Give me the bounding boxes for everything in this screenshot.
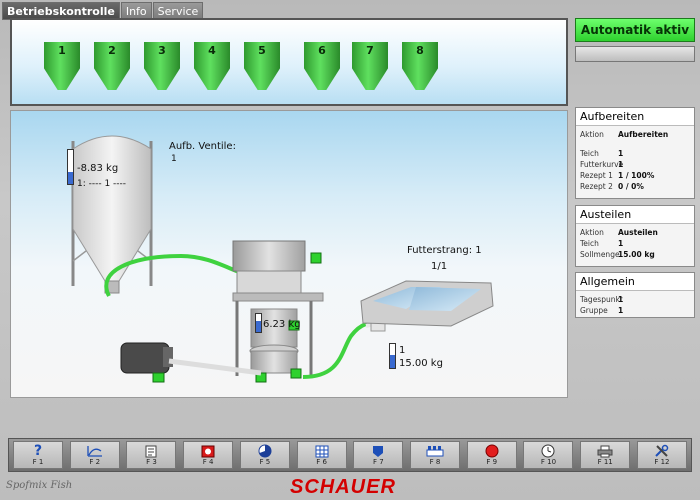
label-gruppe: Gruppe <box>580 306 608 315</box>
label-rezept1: Rezept 1 <box>580 171 613 180</box>
label-teich: Teich <box>580 239 599 248</box>
label-aktion: Aktion <box>580 228 604 237</box>
label-futterkurve: Futterkurve <box>580 160 624 169</box>
printer-icon <box>597 444 613 458</box>
silo-8[interactable]: 8 <box>402 42 438 90</box>
value-teich: 1 <box>618 239 624 248</box>
value-rezept2: 0 / 0% <box>618 182 644 191</box>
curve-icon <box>87 444 103 458</box>
process-view: -8.83 kg 1: ---- 1 ---- Aufb. Ventile: 1… <box>10 110 568 398</box>
tank-weight: 15.00 kg <box>399 358 443 369</box>
strang-ratio: 1/1 <box>431 261 448 272</box>
silo-5[interactable]: 5 <box>244 42 280 90</box>
panel-title-austeilen: Austeilen <box>576 206 694 224</box>
silo-line: 1: ---- 1 ---- <box>77 179 127 189</box>
tools-icon <box>654 444 670 458</box>
value-futterkurve: 1 <box>618 160 624 169</box>
valve-icon <box>201 444 215 458</box>
silo-6[interactable]: 6 <box>304 42 340 90</box>
f11-button[interactable]: F 11 <box>580 441 631 469</box>
ventile-label: Aufb. Ventile: <box>169 141 236 152</box>
strang-label: Futterstrang: 1 <box>407 245 482 256</box>
f1-button[interactable]: ? F 1 <box>13 441 63 469</box>
f8-button[interactable]: F 8 <box>410 441 461 469</box>
tanks-icon <box>426 444 444 458</box>
tank-weight-bar <box>389 343 396 369</box>
f10-button[interactable]: F 10 <box>523 441 574 469</box>
document-icon <box>145 444 157 458</box>
f6-button[interactable]: F 6 <box>296 441 347 469</box>
silo-strip: 1 2 3 4 5 6 7 8 <box>10 18 568 106</box>
product-name: Spofmix Fish <box>6 480 73 491</box>
schauer-logo: SCHAUER <box>290 476 396 498</box>
f7-button[interactable]: F 7 <box>353 441 404 469</box>
panel-aufbereiten: Aufbereiten Aktion Aufbereiten Teich 1 Fut… <box>575 107 695 199</box>
mixer-weight-bar <box>255 313 262 333</box>
feed-silo <box>71 135 153 294</box>
value-aktion: Austeilen <box>618 228 658 237</box>
pie-chart-icon <box>258 444 272 458</box>
silo-weight: -8.83 kg <box>77 163 119 174</box>
label-rezept2: Rezept 2 <box>580 182 613 191</box>
silo-4[interactable]: 4 <box>194 42 230 90</box>
fish-tank <box>360 280 494 327</box>
blower-motor <box>120 342 262 383</box>
f4-button[interactable]: F 4 <box>183 441 234 469</box>
silo-1[interactable]: 1 <box>44 42 80 90</box>
f12-button[interactable]: F 12 <box>636 441 687 469</box>
help-icon: ? <box>33 443 43 459</box>
value-gruppe: 1 <box>618 306 624 315</box>
label-sollmenge: Sollmenge <box>580 250 620 259</box>
value-aktion: Aufbereiten <box>618 130 669 139</box>
label-aktion: Aktion <box>580 130 604 139</box>
clock-icon <box>541 444 555 458</box>
value-teich: 1 <box>618 149 624 158</box>
blank-button[interactable] <box>575 46 695 62</box>
automatik-button[interactable]: Automatik aktiv <box>575 18 695 42</box>
f3-button[interactable]: F 3 <box>126 441 177 469</box>
silo-3[interactable]: 3 <box>144 42 180 90</box>
process-diagram <box>71 135 494 383</box>
label-tagespunkt: Tagespunkt <box>580 295 623 304</box>
panel-title-aufbereiten: Aufbereiten <box>576 108 694 126</box>
f5-button[interactable]: F 5 <box>239 441 290 469</box>
mixer-unit <box>232 240 324 383</box>
silo-7[interactable]: 7 <box>352 42 388 90</box>
stop-icon <box>485 444 499 458</box>
panel-title-allgemein: Allgemein <box>576 273 694 291</box>
value-rezept1: 1 / 100% <box>618 171 655 180</box>
label-teich: Teich <box>580 149 599 158</box>
f2-button[interactable]: F 2 <box>69 441 120 469</box>
grid-icon <box>315 444 329 458</box>
ventile-value: 1 <box>171 154 177 164</box>
value-sollmenge: 15.00 kg <box>618 250 655 259</box>
value-tagespunkt: 1 <box>618 295 624 304</box>
mixer-weight: 6.23 kg <box>263 319 301 330</box>
silo-icon <box>372 444 384 458</box>
silo-2[interactable]: 2 <box>94 42 130 90</box>
f9-button[interactable]: F 9 <box>466 441 517 469</box>
tank-number: 1 <box>399 345 406 356</box>
panel-allgemein: Allgemein Tagespunkt 1 Gruppe 1 <box>575 272 695 318</box>
panel-austeilen: Austeilen Aktion Austeilen Teich 1 Sollmen… <box>575 205 695 267</box>
silo-weight-bar <box>67 149 74 185</box>
function-key-bar: ? F 1 F 2 F 3 F 4 F 5 F 6 F 7 F 8 F 9 F … <box>8 438 692 472</box>
